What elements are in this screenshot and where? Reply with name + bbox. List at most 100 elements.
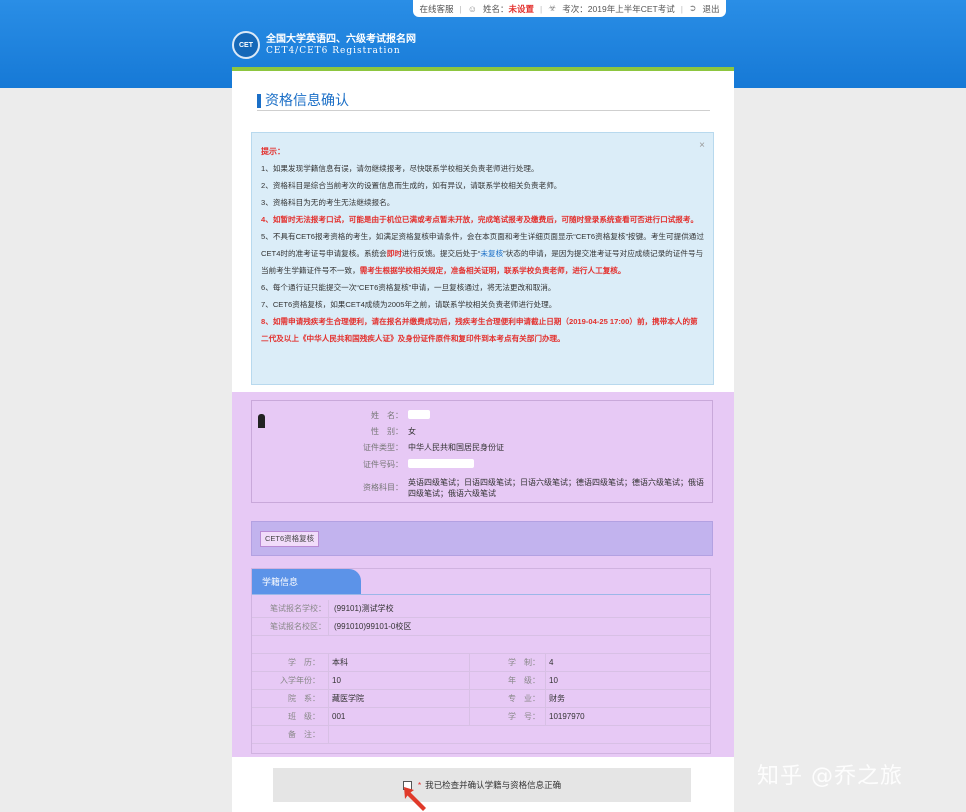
id-no-value xyxy=(408,459,474,470)
cet6-recheck-button[interactable]: CET6资格复核 xyxy=(260,531,320,547)
remark-label: 备 注： xyxy=(288,730,320,739)
id-type-value: 中华人民共和国居民身份证 xyxy=(408,443,504,452)
table-row: 笔试报名校区： (991010)99101-0校区 xyxy=(252,618,710,636)
tip-item: 1、如果发现学籍信息有误，请勿继续报考，尽快联系学校相关负责老师进行处理。 xyxy=(261,164,539,173)
logout-link[interactable]: 退出 xyxy=(702,3,719,15)
tip-item: 8、如需申请残疾考生合理便利，请在报名并缴费成功后，残疾考生合理便利申请截止日期… xyxy=(261,317,698,343)
online-service-link[interactable]: 在线客服 xyxy=(420,3,454,15)
divider: | xyxy=(680,3,683,14)
subjects-label: 资格科目： xyxy=(363,483,403,492)
class-value: 001 xyxy=(332,712,346,721)
tip-item: 5、不具有CET6报考资格的考生，如满足资格复核申请条件，会在本页面和考生详细页… xyxy=(261,228,704,279)
name-field-value xyxy=(408,410,430,421)
tips-panel: × 提示： 1、如果发现学籍信息有误，请勿继续报考，尽快联系学校相关负责老师进行… xyxy=(251,132,714,385)
divider xyxy=(469,708,470,725)
user-icon: ☺ xyxy=(467,3,477,14)
tip-status: 未复核 xyxy=(480,249,504,258)
red-arrow-icon xyxy=(404,787,426,811)
divider xyxy=(328,654,329,671)
subjects-value: 英语四级笔试；日语四级笔试；日语六级笔试；德语四级笔试；德语六级笔试；俄语四级笔… xyxy=(408,478,704,498)
dept-value: 藏医学院 xyxy=(332,694,364,703)
confirm-label[interactable]: 我已检查并确认学籍与资格信息正确 xyxy=(425,779,561,791)
divider xyxy=(328,618,329,635)
school-label: 笔试报名学校： xyxy=(270,604,326,613)
enroll-label: 入学年份： xyxy=(280,676,320,685)
tip-emphasis: 即时 xyxy=(386,249,402,258)
avatar xyxy=(258,414,265,428)
divider xyxy=(545,672,546,689)
logo-subtitle: CET4/CET6 Registration xyxy=(266,45,401,56)
logo-text: 全国大学英语四、六级考试报名网 CET4/CET6 Registration xyxy=(266,34,416,57)
table-row-spacer xyxy=(252,636,710,654)
tip-text: 进行反馈。提交后处于“ xyxy=(401,249,481,258)
class-label: 班 级： xyxy=(288,712,320,721)
table-row: 备 注： xyxy=(252,726,710,744)
name-label-text: 姓名： xyxy=(482,3,509,14)
person-info-panel: 姓 名： 性 别： 女 证件类型： 中华人民共和国居民身份证 证件号码： 资格科… xyxy=(251,400,713,503)
tip-item: 3、资格科目为无的考生无法继续报名。 xyxy=(261,198,395,207)
id-no-row: 证件号码： xyxy=(357,459,474,470)
major-value: 财务 xyxy=(549,694,565,703)
campus-value: (991010)99101-0校区 xyxy=(334,622,412,631)
table-row: 院 系： 藏医学院 专 业： 财务 xyxy=(252,690,710,708)
tip-item: 4、如暂时无法报考口试，可能是由于机位已满或考点暂未开放，完成笔试报考及缴费后，… xyxy=(261,215,699,224)
emblem-text: CET xyxy=(239,41,253,49)
divider xyxy=(328,708,329,725)
divider xyxy=(252,594,710,595)
name-label: 姓名：未设置 xyxy=(483,3,534,15)
stuno-value: 10197970 xyxy=(549,712,585,721)
grade-label: 年 级： xyxy=(508,676,540,685)
site-logo[interactable]: CET 全国大学英语四、六级考试报名网 CET4/CET6 Registrati… xyxy=(232,31,416,59)
table-row: 班 级： 001 学 号： 10197970 xyxy=(252,708,710,726)
watermark: 知乎 @乔之旅 xyxy=(757,764,903,789)
divider xyxy=(328,672,329,689)
id-type-row: 证件类型： 中华人民共和国居民身份证 xyxy=(357,442,504,453)
name-row: 姓 名： xyxy=(357,410,430,421)
campus-label: 笔试报名校区： xyxy=(270,622,326,631)
major-label: 专 业： xyxy=(508,694,540,703)
subjects-row: 资格科目： 英语四级笔试；日语四级笔试；日语六级笔试；德语四级笔试；德语六级笔试… xyxy=(357,477,708,499)
logout-icon: ➲ xyxy=(688,3,697,13)
table-row: 学 历： 本科 学 制： 4 xyxy=(252,654,710,672)
education-label: 学 历： xyxy=(288,658,320,667)
table-row: 笔试报名学校： (99101)测试学校 xyxy=(252,600,710,618)
masked-id-number xyxy=(408,459,474,469)
tip-emphasis: 需考生根据学校相关规定，准备相关证明，联系学校负责老师，进行人工复核。 xyxy=(359,266,626,275)
tip-item: 7、CET6资格复核，如果CET4成绩为2005年之前，请联系学校相关负责老师进… xyxy=(261,300,557,309)
divider xyxy=(469,690,470,707)
main-card: 资格信息确认 × 提示： 1、如果发现学籍信息有误，请勿继续报考，尽快联系学校相… xyxy=(232,67,734,812)
cet-emblem-icon: CET xyxy=(232,31,260,59)
length-label: 学 制： xyxy=(508,658,540,667)
divider xyxy=(545,708,546,725)
divider xyxy=(469,672,470,689)
logo-title: 全国大学英语四、六级考试报名网 xyxy=(266,33,416,45)
divider xyxy=(328,726,329,743)
page-title: 资格信息确认 xyxy=(257,92,710,111)
recheck-bar: CET6资格复核 xyxy=(251,521,713,556)
divider xyxy=(545,690,546,707)
tip-item: 6、每个通行证只能提交一次“CET6资格复核”申请，一旦复核通过，将无法更改和取… xyxy=(261,283,556,292)
divider: | xyxy=(459,3,462,14)
divider xyxy=(545,654,546,671)
name-field-label: 姓 名： xyxy=(371,411,403,420)
study-info-title: 学籍信息 xyxy=(252,569,361,595)
divider xyxy=(469,654,470,671)
dept-label: 院 系： xyxy=(288,694,320,703)
tip-item: 2、资格科目是综合当前考次的设置信息而生成的，如有异议，请联系学校相关负责老师。 xyxy=(261,181,562,190)
grade-value: 10 xyxy=(549,676,558,685)
divider: | xyxy=(539,3,543,14)
table-row: 入学年份： 10 年 级： 10 xyxy=(252,672,710,690)
exam-session: 考次：2019年上半年CET考试 xyxy=(562,3,675,14)
stuno-label: 学 号： xyxy=(508,712,540,721)
study-info-panel: 学籍信息 笔试报名学校： (99101)测试学校 笔试报名校区： (991010… xyxy=(251,568,711,754)
gender-row: 性 别： 女 xyxy=(357,426,416,437)
enroll-value: 10 xyxy=(332,676,341,685)
education-value: 本科 xyxy=(332,658,348,667)
gender-label: 性 别： xyxy=(371,427,403,436)
gender-value: 女 xyxy=(408,427,416,436)
length-value: 4 xyxy=(549,658,554,667)
id-no-label: 证件号码： xyxy=(363,460,403,469)
id-type-label: 证件类型： xyxy=(363,443,403,452)
close-icon[interactable]: × xyxy=(699,137,705,154)
confirm-area: * 我已检查并确认学籍与资格信息正确 xyxy=(273,768,691,802)
